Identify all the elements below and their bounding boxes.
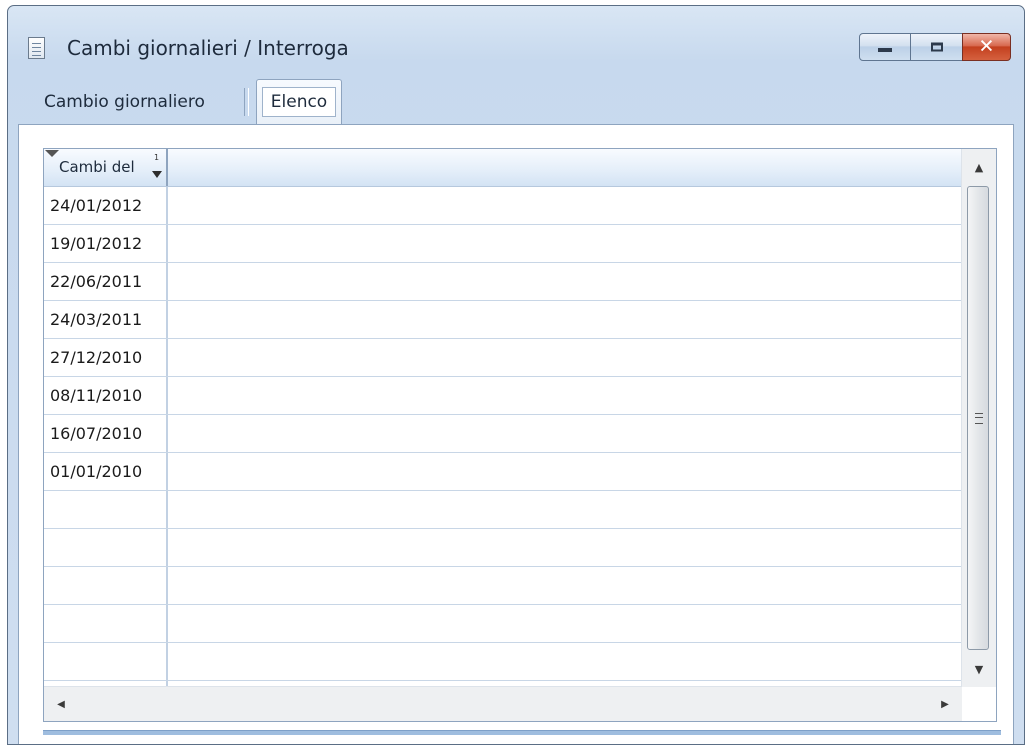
tab-content-panel: Cambi del 1 24/01/2012 19/01/2012 22/06/… — [18, 124, 1014, 744]
minimize-icon — [878, 48, 892, 53]
table-cell-date[interactable]: 27/12/2010 — [44, 339, 168, 376]
scroll-left-icon[interactable]: ◀ — [44, 687, 78, 721]
sort-order-number: 1 — [154, 153, 160, 162]
table-row[interactable]: 08/11/2010 — [44, 377, 962, 415]
tab-cambio-giornaliero[interactable]: Cambio giornaliero — [44, 92, 205, 112]
table-row[interactable]: 22/06/2011 — [44, 263, 962, 301]
table-cell-date[interactable]: 08/11/2010 — [44, 377, 168, 414]
horizontal-scrollbar[interactable]: ◀ ▶ — [44, 686, 962, 721]
close-button[interactable]: ✕ — [962, 33, 1011, 61]
data-grid: Cambi del 1 24/01/2012 19/01/2012 22/06/… — [43, 148, 997, 722]
maximize-icon — [930, 42, 943, 52]
table-cell-empty[interactable] — [44, 567, 168, 604]
tab-elenco[interactable]: Elenco — [256, 79, 342, 126]
scroll-down-icon[interactable]: ▼ — [962, 651, 996, 687]
table-cell-date[interactable]: 24/01/2012 — [44, 187, 168, 224]
sort-descending-icon[interactable]: 1 — [152, 154, 164, 180]
table-row[interactable]: 01/01/2010 — [44, 453, 962, 491]
table-cell-date[interactable]: 01/01/2010 — [44, 453, 168, 490]
document-icon[interactable] — [28, 37, 45, 59]
vertical-scrollbar[interactable]: ▲ ▼ — [961, 149, 996, 687]
title-bar[interactable]: Cambi giornalieri / Interroga ✕ — [8, 6, 1024, 84]
table-cell-date[interactable]: 24/03/2011 — [44, 301, 168, 338]
table-row[interactable]: 19/01/2012 — [44, 225, 962, 263]
table-cell-empty[interactable] — [44, 643, 168, 680]
minimize-button[interactable] — [859, 33, 911, 61]
column-header-label: Cambi del — [59, 158, 135, 176]
close-icon: ✕ — [978, 35, 995, 58]
status-strip — [43, 730, 1001, 735]
vertical-scroll-thumb[interactable] — [967, 186, 989, 650]
table-row[interactable]: 24/03/2011 — [44, 301, 962, 339]
tab-bar: Cambio giornaliero Elenco — [18, 74, 1014, 126]
scroll-right-icon[interactable]: ▶ — [928, 687, 962, 721]
table-cell-empty[interactable] — [44, 491, 168, 528]
scroll-corner — [962, 687, 996, 721]
table-row-empty[interactable] — [44, 529, 962, 567]
table-cell-date[interactable]: 16/07/2010 — [44, 415, 168, 452]
table-row-empty[interactable] — [44, 491, 962, 529]
tab-separator — [244, 88, 249, 116]
window-title: Cambi giornalieri / Interroga — [67, 36, 349, 60]
table-cell-empty[interactable] — [44, 529, 168, 566]
maximize-button[interactable] — [911, 33, 962, 61]
sort-arrow-icon — [152, 171, 162, 178]
scroll-grip-icon — [975, 413, 983, 424]
table-row[interactable]: 27/12/2010 — [44, 339, 962, 377]
window-controls: ✕ — [859, 33, 1011, 61]
app-window: Cambi giornalieri / Interroga ✕ Cambio g… — [7, 5, 1025, 745]
grid-rows: 24/01/2012 19/01/2012 22/06/2011 24/03/2… — [44, 187, 962, 719]
grid-header: Cambi del 1 — [44, 149, 962, 187]
table-row-empty[interactable] — [44, 643, 962, 681]
filter-icon[interactable] — [45, 150, 59, 157]
table-row-empty[interactable] — [44, 567, 962, 605]
scroll-up-icon[interactable]: ▲ — [962, 149, 996, 185]
table-cell-date[interactable]: 22/06/2011 — [44, 263, 168, 300]
table-row-empty[interactable] — [44, 605, 962, 643]
table-row[interactable]: 16/07/2010 — [44, 415, 962, 453]
table-cell-empty[interactable] — [44, 605, 168, 642]
column-header-cambi-del[interactable]: Cambi del 1 — [44, 149, 168, 186]
table-row[interactable]: 24/01/2012 — [44, 187, 962, 225]
table-cell-date[interactable]: 19/01/2012 — [44, 225, 168, 262]
tab-elenco-label: Elenco — [262, 87, 336, 117]
